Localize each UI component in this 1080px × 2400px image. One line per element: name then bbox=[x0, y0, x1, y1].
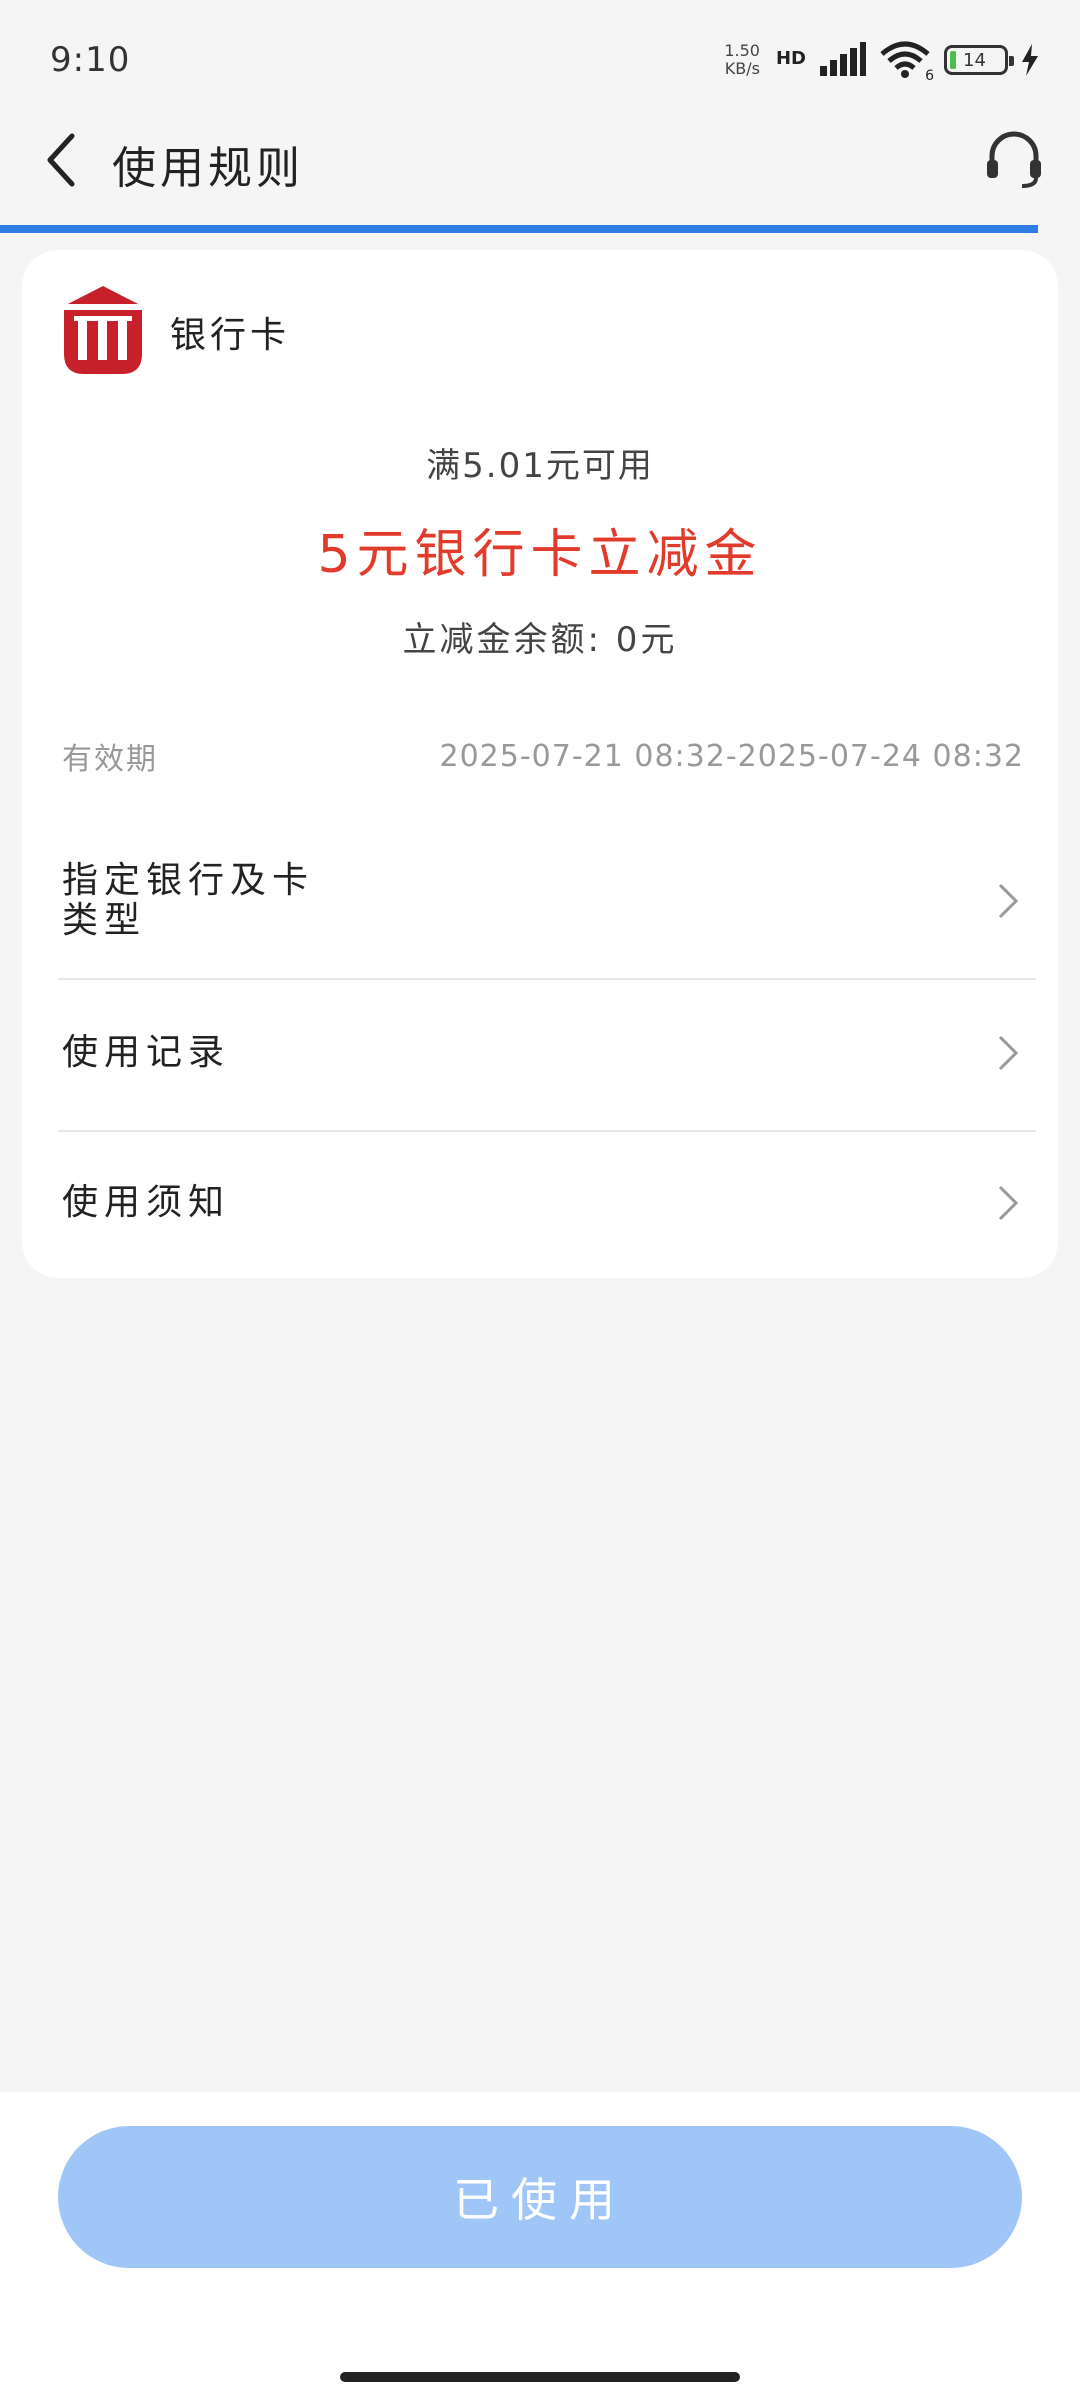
usage-condition: 满5.01元可用 bbox=[426, 446, 654, 486]
back-button[interactable] bbox=[30, 128, 94, 192]
chevron-left-icon bbox=[47, 133, 75, 187]
wifi-badge: 6 bbox=[925, 68, 934, 84]
charging-icon bbox=[1022, 44, 1038, 76]
wifi-icon: 6 bbox=[878, 40, 934, 84]
validity-row: 有效期 2025-07-21 08:32-2025-07-24 08:32 bbox=[62, 734, 1024, 778]
menu-item-designated-bank[interactable]: 指定银行及卡类型 bbox=[58, 826, 1036, 976]
menu-item-usage-record[interactable]: 使用记录 bbox=[58, 978, 1036, 1128]
menu-item-label: 使用记录 bbox=[62, 1032, 231, 1073]
hd-badge: HD bbox=[775, 48, 806, 69]
coupon-title: 5元银行卡立减金 bbox=[317, 525, 763, 585]
status-time: 9:10 bbox=[50, 40, 131, 80]
menu-item-label: 指定银行及卡类型 bbox=[62, 860, 315, 941]
bottom-action-area: 已使用 bbox=[0, 2092, 1080, 2400]
battery-icon: 14 bbox=[944, 45, 1014, 75]
customer-service-button[interactable] bbox=[978, 124, 1050, 196]
network-speed-value: 1.50 bbox=[724, 41, 760, 60]
signal-icon bbox=[820, 42, 866, 76]
network-speed: 1.50 KB/s bbox=[724, 42, 760, 78]
coupon-balance: 立减金余额: 0元 bbox=[402, 620, 678, 660]
coupon-card: 银行卡 满5.01元可用 5元银行卡立减金 立减金余额: 0元 有效期 2025… bbox=[22, 250, 1058, 1278]
menu-item-label: 使用须知 bbox=[62, 1182, 231, 1223]
chevron-right-icon bbox=[988, 1183, 1028, 1223]
header-accent-line bbox=[0, 225, 1038, 233]
headset-icon bbox=[987, 131, 1041, 188]
chevron-right-icon bbox=[988, 1033, 1028, 1073]
status-icons: 1.50 KB/s HD 6 14 bbox=[724, 40, 1040, 84]
validity-label: 有效期 bbox=[62, 742, 158, 777]
home-indicator[interactable] bbox=[340, 2372, 740, 2382]
validity-value: 2025-07-21 08:32-2025-07-24 08:32 bbox=[439, 738, 1024, 774]
bank-name: 银行卡 bbox=[170, 315, 291, 356]
bank-logo-icon bbox=[64, 286, 142, 374]
status-bar: 9:10 1.50 KB/s HD 6 14 bbox=[0, 0, 1080, 120]
network-speed-unit: KB/s bbox=[724, 59, 760, 78]
chevron-right-icon bbox=[988, 881, 1028, 921]
menu-item-usage-notice[interactable]: 使用须知 bbox=[58, 1128, 1036, 1278]
battery-level: 14 bbox=[963, 49, 986, 71]
nav-bar: 使用规则 bbox=[0, 110, 1080, 210]
used-button[interactable]: 已使用 bbox=[58, 2126, 1022, 2268]
page-title: 使用规则 bbox=[112, 143, 304, 194]
